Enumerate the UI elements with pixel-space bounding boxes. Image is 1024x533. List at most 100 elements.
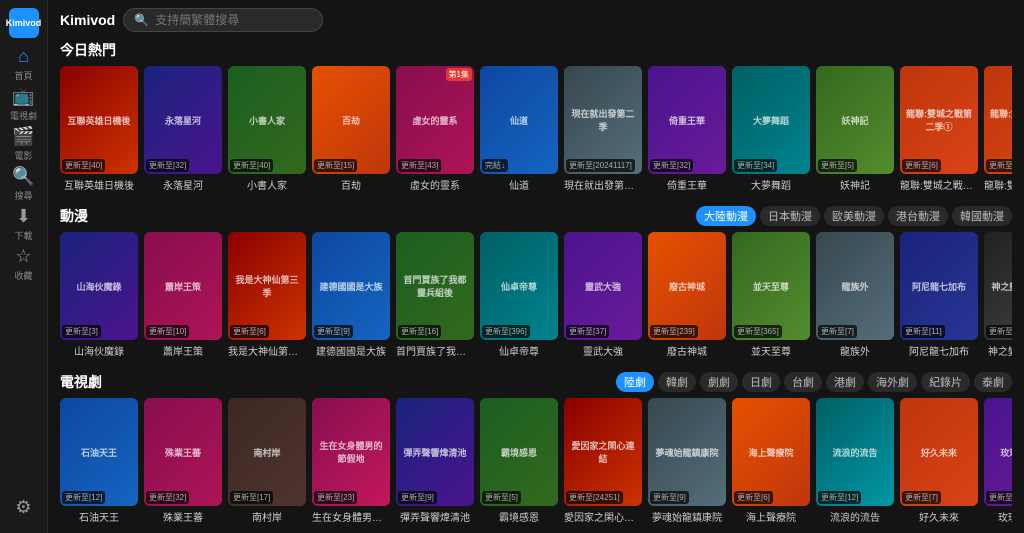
search-icon: 🔍 (134, 13, 149, 27)
tv-tabs: 陸劇韓劇劇劇日劇台劇港劇海外劇紀錄片泰劇 (616, 372, 1012, 392)
list-item[interactable]: 百劫 更新至[15] 百劫 (312, 66, 390, 192)
tab-btn[interactable]: 港劇 (826, 372, 864, 392)
anime-cards-row: 山海伙魔錄 更新至[3] 山海伙魔錄 蕭岸王策 更新至[10] 蕭岸王策 我是大… (60, 232, 1012, 362)
tab-btn[interactable]: 港台動漫 (888, 206, 948, 226)
list-item[interactable]: 神之變劍第二季 更新至[19] 神之變劍第二季 (984, 232, 1012, 358)
card-badge: 更新至[16] (398, 325, 441, 338)
sidebar-item-settings[interactable]: ⚙ (4, 489, 44, 525)
card-badge: 更新至[6] (902, 159, 941, 172)
tab-btn[interactable]: 大陸動漫 (696, 206, 756, 226)
list-item[interactable]: 夢魂始龍鎮康院 更新至[9] 夢魂始龍鎮康院 (648, 398, 726, 524)
list-item[interactable]: 互聯英雄日機後 更新至[40] 互聯英雄日機後 (60, 66, 138, 192)
tab-btn[interactable]: 陸劇 (616, 372, 654, 392)
list-item[interactable]: 阿尼龍七加布 更新至[11] 阿尼龍七加布 (900, 232, 978, 358)
list-item[interactable]: 生在女身體男的節假地 更新至[23] 生在女身體男的節假地 (312, 398, 390, 524)
list-item[interactable]: 首門賈族了我都靈兵組後 更新至[16] 首門賈族了我都靈兵組後 (396, 232, 474, 358)
list-item[interactable]: 龍聯:雙城之戰第二季 更新至[6] 龍聯:雙城之戰第二季 (984, 66, 1012, 192)
section-anime: 動漫 大陸動漫日本動漫歐美動漫港台動漫韓國動漫 山海伙魔錄 更新至[3] 山海伙… (60, 206, 1012, 362)
list-item[interactable]: 海上聲療院 更新至[6] 海上聲療院 (732, 398, 810, 524)
tab-btn[interactable]: 韓國動漫 (952, 206, 1012, 226)
card-badge: 更新至[3] (62, 325, 101, 338)
list-item[interactable]: 小書人家 更新至[40] 小書人家 (228, 66, 306, 192)
card-label: 生在女身體男的節假地 (312, 509, 390, 524)
list-item[interactable]: 仙道 完結↓ 仙道 (480, 66, 558, 192)
list-item[interactable]: 永落星河 更新至[32] 永落星河 (144, 66, 222, 192)
list-item[interactable]: 靈武大強 更新至[37] 靈武大強 (564, 232, 642, 358)
app-title: Kimivod (60, 12, 115, 28)
card-badge: 更新至[396] (482, 325, 530, 338)
list-item[interactable]: 彈弄聲響煒清池 更新至[9] 彈弄聲響煒清池 (396, 398, 474, 524)
card-badge: 更新至[37] (566, 325, 609, 338)
tab-btn[interactable]: 泰劇 (974, 372, 1012, 392)
tab-btn[interactable]: 日劇 (742, 372, 780, 392)
list-item[interactable]: 愛因家之閑心連結 更新至[24251] 愛因家之閑心連結 (564, 398, 642, 524)
list-item[interactable]: 石油天王 更新至[12] 石油天王 (60, 398, 138, 524)
card-badge: 更新至[32] (146, 159, 189, 172)
section-tv-title: 電視劇 (60, 372, 102, 392)
list-item[interactable]: 我是大神仙第三季 更新至[6] 我是大神仙第三季 (228, 232, 306, 358)
card-label: 首門賈族了我都靈兵組後 (396, 343, 474, 358)
card-badge: 更新至[5] (482, 491, 521, 504)
card-label: 愛因家之閑心連結 (564, 509, 642, 524)
card-label: 永落星河 (144, 177, 222, 192)
card-label: 神之變劍第二季 (984, 343, 1012, 358)
card-badge: 更新至[11] (902, 325, 945, 338)
list-item[interactable]: 山海伙魔錄 更新至[3] 山海伙魔錄 (60, 232, 138, 358)
tab-btn[interactable]: 歐美動漫 (824, 206, 884, 226)
card-badge: 更新至[12] (818, 491, 861, 504)
list-item[interactable]: 殊業王蕃 更新至[32] 殊業王蕃 (144, 398, 222, 524)
card-badge: 更新至[17] (230, 491, 273, 504)
tab-btn[interactable]: 海外劇 (868, 372, 917, 392)
list-item[interactable]: 龍族外 更新至[7] 龍族外 (816, 232, 894, 358)
list-item[interactable]: 蕭岸王策 更新至[10] 蕭岸王策 (144, 232, 222, 358)
card-badge: 更新至[6] (230, 325, 269, 338)
sidebar-item-download[interactable]: ⬇ 下載 (4, 206, 44, 242)
card-badge: 更新至[19] (986, 325, 1012, 338)
list-item[interactable]: 妖神記 更新至[5] 妖神記 (816, 66, 894, 192)
list-item[interactable]: 龍聯:雙城之戰第二季① 更新至[6] 龍聯:雙城之戰第二季① (900, 66, 978, 192)
list-item[interactable]: 虛女的靈系 更新至[43] 第1集 虛女的靈系 (396, 66, 474, 192)
sidebar-item-favorite[interactable]: ☆ 收藏 (4, 246, 44, 282)
section-anime-header: 動漫 大陸動漫日本動漫歐美動漫港台動漫韓國動漫 (60, 206, 1012, 226)
tab-btn[interactable]: 台劇 (784, 372, 822, 392)
list-item[interactable]: 建德國國是大族 更新至[9] 建德國國是大族 (312, 232, 390, 358)
list-item[interactable]: 大夢舞蹈 更新至[34] 大夢舞蹈 (732, 66, 810, 192)
card-label: 山海伙魔錄 (60, 343, 138, 358)
section-hot-title: 今日熱門 (60, 40, 116, 60)
list-item[interactable]: 廢古神城 更新至[239] 廢古神城 (648, 232, 726, 358)
list-item[interactable]: 南村岸 更新至[17] 南村岸 (228, 398, 306, 524)
search-input[interactable] (155, 13, 312, 27)
tab-btn[interactable]: 日本動漫 (760, 206, 820, 226)
list-item[interactable]: 倚重王華 更新至[32] 倚重王華 (648, 66, 726, 192)
card-label: 仙道 (480, 177, 558, 192)
list-item[interactable]: 好久未來 更新至[7] 好久未來 (900, 398, 978, 524)
search-box[interactable]: 🔍 (123, 8, 323, 32)
sidebar-item-tv[interactable]: 📺 電視劇 (4, 86, 44, 122)
card-label: 妖神記 (816, 177, 894, 192)
card-badge: 更新至[34] (734, 159, 777, 172)
card-label: 霸境感恩 (480, 509, 558, 524)
card-label: 互聯英雄日機後 (60, 177, 138, 192)
card-badge: 完結↓ (482, 159, 508, 172)
card-label: 倚重王華 (648, 177, 726, 192)
sidebar-item-movie[interactable]: 🎬 電影 (4, 126, 44, 162)
list-item[interactable]: 現在就出發第二季 更新至[20241117] 現在就出發第二季 (564, 66, 642, 192)
card-label: 海上聲療院 (732, 509, 810, 524)
list-item[interactable]: 霸境感恩 更新至[5] 霸境感恩 (480, 398, 558, 524)
sidebar-item-search[interactable]: 🔍 搜尋 (4, 166, 44, 202)
tab-btn[interactable]: 劇劇 (700, 372, 738, 392)
list-item[interactable]: 仙卓帝尊 更新至[396] 仙卓帝尊 (480, 232, 558, 358)
card-label: 虛女的靈系 (396, 177, 474, 192)
list-item[interactable]: 玫瑰觀初土 更新至[19] 玫瑰觀初土 (984, 398, 1012, 524)
tab-btn[interactable]: 韓劇 (658, 372, 696, 392)
list-item[interactable]: 並天至尊 更新至[365] 並天至尊 (732, 232, 810, 358)
card-badge: 更新至[32] (146, 491, 189, 504)
card-label: 小書人家 (228, 177, 306, 192)
card-label: 殊業王蕃 (144, 509, 222, 524)
tab-btn[interactable]: 紀錄片 (921, 372, 970, 392)
card-badge: 更新至[239] (650, 325, 698, 338)
card-label: 好久未來 (900, 509, 978, 524)
app-logo[interactable]: Kimivod (9, 8, 39, 38)
sidebar-item-home[interactable]: ⌂ 首頁 (4, 46, 44, 82)
list-item[interactable]: 流浪的流告 更新至[12] 流浪的流告 (816, 398, 894, 524)
